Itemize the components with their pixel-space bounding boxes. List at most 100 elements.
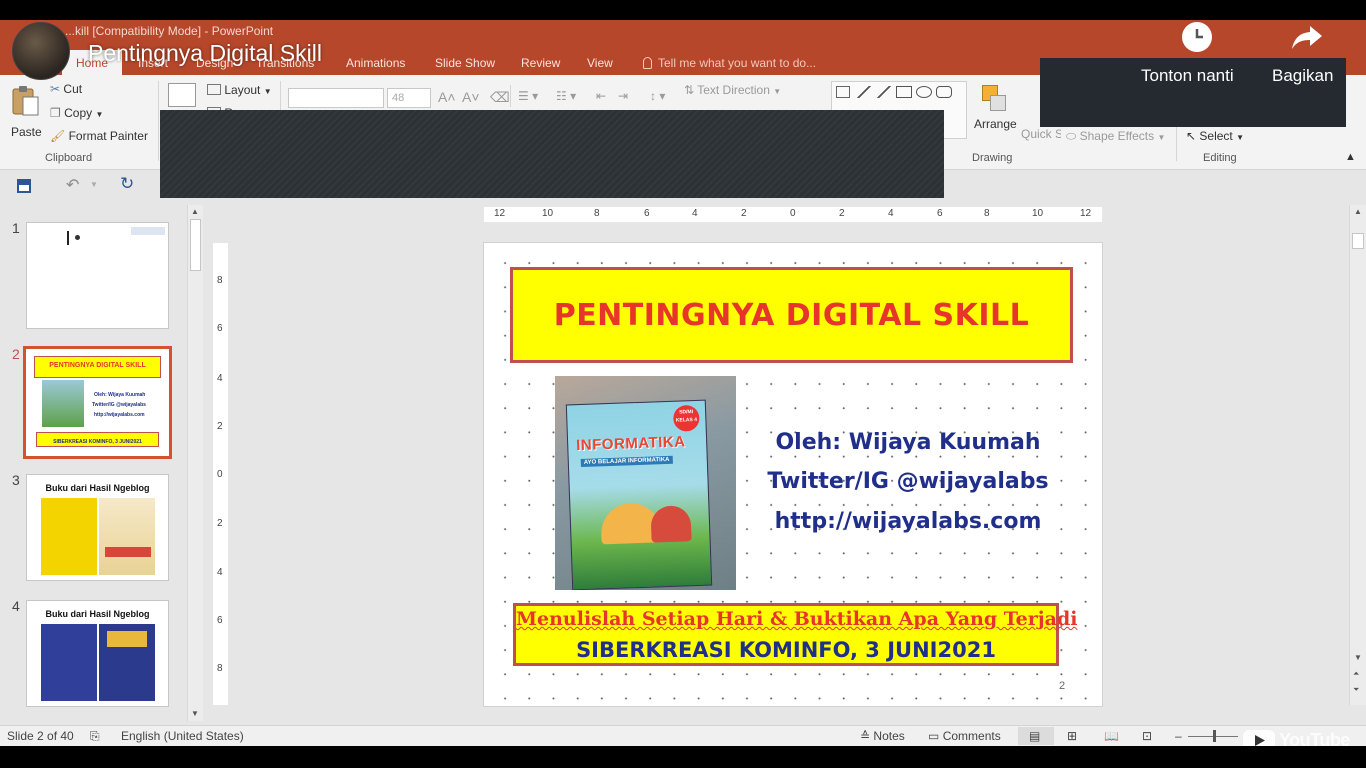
social-line[interactable]: Twitter/IG @wijayalabs bbox=[760, 469, 1056, 494]
clear-format-icon[interactable]: ⌫ bbox=[490, 89, 510, 106]
ruler-label: 12 bbox=[1080, 208, 1092, 219]
scroll-up-icon[interactable]: ▲ bbox=[1354, 207, 1362, 216]
spelling-icon[interactable]: ⎘ bbox=[90, 729, 100, 744]
title-bar: ...kill [Compatibility Mode] - PowerPoin… bbox=[0, 20, 1366, 42]
status-bar: Slide 2 of 40 ⎘ English (United States) … bbox=[0, 725, 1366, 746]
line-spacing-icon[interactable]: ↕ ▾ bbox=[650, 89, 665, 103]
numbering-icon[interactable]: ☷ ▾ bbox=[556, 89, 576, 103]
comments-button[interactable]: ▭ Comments bbox=[928, 729, 1001, 743]
grow-font-icon[interactable]: A˄ bbox=[438, 89, 456, 105]
share-icon[interactable] bbox=[1290, 22, 1324, 52]
cut-button[interactable]: ✂ Cut bbox=[50, 82, 82, 96]
bullets-icon[interactable]: ☰ ▾ bbox=[518, 89, 538, 103]
thumb-photo bbox=[42, 380, 84, 427]
shape-effects-button[interactable]: ⬭ Shape Effects ▼ bbox=[1066, 129, 1165, 144]
textbox-shape-icon bbox=[836, 86, 850, 98]
slide-thumbnail-4[interactable]: Buku dari Hasil Ngeblog bbox=[26, 600, 169, 707]
previous-slide-icon[interactable]: ⏶ bbox=[1353, 669, 1359, 679]
scroll-down-icon[interactable]: ▼ bbox=[1354, 653, 1362, 662]
thumb-book-cover bbox=[99, 498, 155, 575]
ruler-label: 10 bbox=[1032, 208, 1044, 219]
oval-shape-icon bbox=[916, 86, 932, 98]
layout-icon bbox=[207, 84, 221, 95]
font-size-box[interactable]: 48 bbox=[387, 88, 431, 108]
ruler-label: 6 bbox=[937, 208, 943, 219]
thumb-book-cover bbox=[41, 624, 97, 701]
ruler-label: 6 bbox=[644, 208, 650, 219]
shrink-font-icon[interactable]: A˅ bbox=[462, 89, 480, 105]
arrange-button[interactable]: Arrange bbox=[974, 83, 1020, 143]
undo-icon[interactable]: ↶ bbox=[66, 175, 79, 195]
decrease-indent-icon[interactable]: ⇤ bbox=[596, 89, 606, 103]
book-cover-image[interactable]: SD/MI KELAS 4 INFORMATIKA AYO BELAJAR IN… bbox=[555, 376, 736, 590]
book-cover: SD/MI KELAS 4 INFORMATIKA AYO BELAJAR IN… bbox=[565, 399, 713, 590]
thumb-mark bbox=[67, 231, 69, 245]
clipboard-icon bbox=[12, 86, 39, 116]
window-title: ...kill [Compatibility Mode] - PowerPoin… bbox=[65, 24, 274, 38]
format-painter-button[interactable]: 🖌 Format Painter bbox=[50, 129, 148, 143]
ruler-label: 4 bbox=[692, 208, 698, 219]
layout-label: Layout bbox=[224, 83, 261, 97]
tab-animations[interactable]: Animations bbox=[346, 56, 405, 70]
scroll-thumb[interactable] bbox=[1352, 233, 1364, 249]
ruler-label: 8 bbox=[217, 275, 223, 286]
vertical-ruler[interactable]: 8 6 4 2 0 2 4 6 8 bbox=[213, 243, 228, 705]
horizontal-ruler[interactable]: 12 10 8 6 4 2 0 2 4 6 8 10 12 bbox=[484, 207, 1102, 222]
chevron-down-icon[interactable]: ▼ bbox=[90, 180, 98, 189]
ruler-label: 10 bbox=[542, 208, 554, 219]
language[interactable]: English (United States) bbox=[121, 729, 244, 743]
select-button[interactable]: ↖ Select ▼ bbox=[1186, 129, 1244, 143]
font-name-box[interactable] bbox=[288, 88, 384, 108]
share-button[interactable]: Bagikan bbox=[1272, 66, 1333, 86]
title-placeholder[interactable]: PENTINGNYA DIGITAL SKILL bbox=[510, 267, 1073, 363]
book-title: INFORMATIKA bbox=[575, 433, 686, 455]
tab-slide-show[interactable]: Slide Show bbox=[435, 56, 495, 70]
author-line[interactable]: Oleh: Wijaya Kuumah bbox=[760, 430, 1056, 455]
text-direction-button[interactable]: ⇅ Text Direction ▼ bbox=[684, 83, 781, 97]
thumb-footer: SIBERKREASI KOMINFO, 3 JUNI2021 bbox=[53, 439, 142, 445]
layout-button[interactable]: Layout ▼ bbox=[207, 83, 272, 97]
video-title[interactable]: Pentingnya Digital Skill bbox=[88, 40, 322, 67]
ruler-label: 4 bbox=[217, 567, 223, 578]
scroll-down-icon[interactable]: ▼ bbox=[191, 709, 199, 718]
slide-thumbnail-2[interactable]: PENTINGNYA DIGITAL SKILL Oleh: Wijaya Ku… bbox=[23, 346, 172, 459]
thumb-title: Buku dari Hasil Ngeblog bbox=[45, 609, 150, 619]
ruler-label: 2 bbox=[839, 208, 845, 219]
slide-scrollbar[interactable]: ▲ ▼ ⏶ ⏷ bbox=[1349, 205, 1366, 705]
paste-button[interactable]: Paste bbox=[8, 83, 42, 147]
footer-placeholder[interactable]: Menulislah Setiap Hari & Buktikan Apa Ya… bbox=[513, 603, 1077, 666]
format-painter-label: Format Painter bbox=[68, 129, 148, 143]
url-line[interactable]: http://wijayalabs.com bbox=[760, 509, 1056, 534]
line-shape-icon bbox=[856, 86, 872, 98]
copy-button[interactable]: ❐ Copy ▼ bbox=[50, 106, 103, 120]
chevron-down-icon: ▼ bbox=[773, 87, 782, 96]
video-top-bar bbox=[0, 0, 1366, 20]
notes-button[interactable]: ≙ Notes bbox=[860, 729, 905, 743]
ruler-label: 12 bbox=[494, 208, 506, 219]
slideshow-view-icon[interactable]: ⊡ bbox=[1142, 729, 1152, 743]
zoom-slider-thumb[interactable] bbox=[1213, 730, 1216, 742]
clock-icon[interactable] bbox=[1182, 22, 1212, 52]
paste-label: Paste bbox=[11, 125, 42, 139]
save-icon[interactable] bbox=[17, 179, 31, 193]
watch-later-button[interactable]: Tonton nanti bbox=[1141, 66, 1234, 86]
channel-avatar[interactable] bbox=[12, 22, 70, 80]
new-slide-icon[interactable] bbox=[168, 83, 196, 107]
tell-me-box[interactable]: Tell me what you want to do... bbox=[643, 56, 816, 70]
arrange-icon-back bbox=[990, 95, 1006, 111]
scroll-up-icon[interactable]: ▲ bbox=[191, 207, 199, 216]
slide-thumbnail-1[interactable] bbox=[26, 222, 169, 329]
tab-view[interactable]: View bbox=[587, 56, 613, 70]
collapse-ribbon-icon[interactable]: ▲ bbox=[1345, 151, 1356, 163]
reading-view-icon[interactable]: 📖 bbox=[1104, 729, 1119, 743]
slide-thumbnail-3[interactable]: Buku dari Hasil Ngeblog bbox=[26, 474, 169, 581]
quick-styles-button[interactable]: Quick Styles bbox=[1021, 127, 1061, 141]
slide-sorter-icon[interactable]: ⊞ bbox=[1067, 729, 1077, 743]
redo-icon[interactable]: ↻ bbox=[120, 174, 134, 194]
next-slide-icon[interactable]: ⏷ bbox=[1353, 685, 1359, 695]
tab-review[interactable]: Review bbox=[521, 56, 560, 70]
increase-indent-icon[interactable]: ⇥ bbox=[618, 89, 628, 103]
thumbnails-scrollbar[interactable]: ▲ ▼ bbox=[187, 205, 203, 721]
zoom-out-icon[interactable]: – bbox=[1175, 729, 1182, 743]
scroll-thumb[interactable] bbox=[190, 219, 201, 271]
